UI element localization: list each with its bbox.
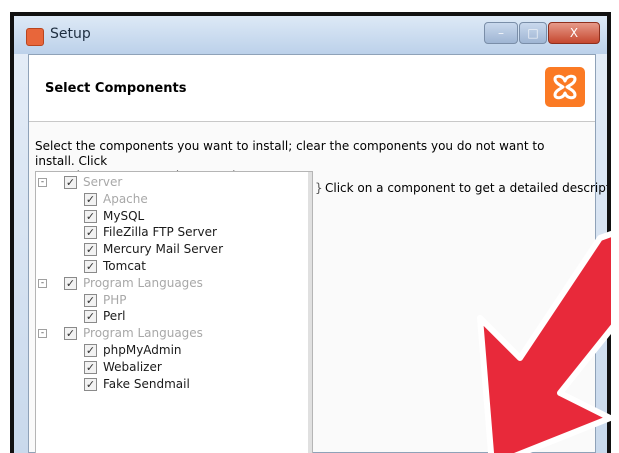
tree-item-label: Program Languages xyxy=(83,326,203,341)
tree-item-label: Program Languages xyxy=(83,275,203,290)
checkbox[interactable]: ✓ xyxy=(84,293,97,307)
wizard-header: Select Components xyxy=(29,55,595,122)
tree-item-label: Apache xyxy=(103,191,148,206)
tree-item-label: phpMyAdmin xyxy=(103,343,182,357)
tree-scrollbar[interactable] xyxy=(308,172,312,453)
checkbox[interactable]: ✓ xyxy=(64,327,77,341)
checkbox[interactable]: ✓ xyxy=(64,276,77,290)
tree-item-label: Webalizer xyxy=(103,359,162,374)
tree-item-label: Perl xyxy=(103,309,126,324)
instructions-line-1: Select the components you want to instal… xyxy=(35,139,545,168)
checkbox[interactable]: ✓ xyxy=(84,344,97,357)
tree-item-label: FileZilla FTP Server xyxy=(103,225,217,240)
checkbox[interactable]: ✓ xyxy=(84,377,97,391)
tree-item-label: Server xyxy=(83,175,123,189)
minimize-button[interactable]: – xyxy=(484,22,518,44)
page-title: Select Components xyxy=(45,81,187,96)
checkbox[interactable]: ✓ xyxy=(64,176,77,189)
description-panel-edge: } xyxy=(315,181,323,195)
checkbox[interactable]: ✓ xyxy=(84,360,97,374)
tree-item-label: Mercury Mail Server xyxy=(103,242,223,257)
tree-item-label: PHP xyxy=(103,292,127,307)
maximize-button[interactable]: □ xyxy=(519,22,547,44)
photo-frame: Setup – □ X Select Components Select the… xyxy=(10,12,611,453)
tree-item-label: MySQL xyxy=(103,208,145,223)
title-bar[interactable]: Setup – □ X xyxy=(14,16,607,54)
expander-icon[interactable]: - xyxy=(38,329,47,339)
tree-item-label: Tomcat xyxy=(103,259,146,273)
checkbox[interactable]: ✓ xyxy=(84,310,97,324)
window-title: Setup xyxy=(50,26,91,42)
checkbox[interactable]: ✓ xyxy=(84,192,97,206)
expander-icon[interactable]: - xyxy=(38,178,47,187)
close-button[interactable]: X xyxy=(548,22,600,44)
xampp-logo-icon xyxy=(545,67,585,107)
checkbox[interactable]: ✓ xyxy=(84,226,97,240)
checkbox[interactable]: ✓ xyxy=(84,209,97,223)
tree-item-label: Fake Sendmail xyxy=(103,376,190,391)
expander-icon[interactable]: - xyxy=(38,278,47,288)
red-arrow-icon xyxy=(477,230,611,453)
checkbox[interactable]: ✓ xyxy=(84,243,97,257)
components-tree[interactable]: - ✓ Server ✓ Apache ✓ MySQL ✓ FileZilla FTP Serv… xyxy=(35,171,313,453)
app-icon xyxy=(26,28,44,46)
checkbox[interactable]: ✓ xyxy=(84,260,97,273)
description-hint: Click on a component to get a detailed d… xyxy=(325,181,607,195)
